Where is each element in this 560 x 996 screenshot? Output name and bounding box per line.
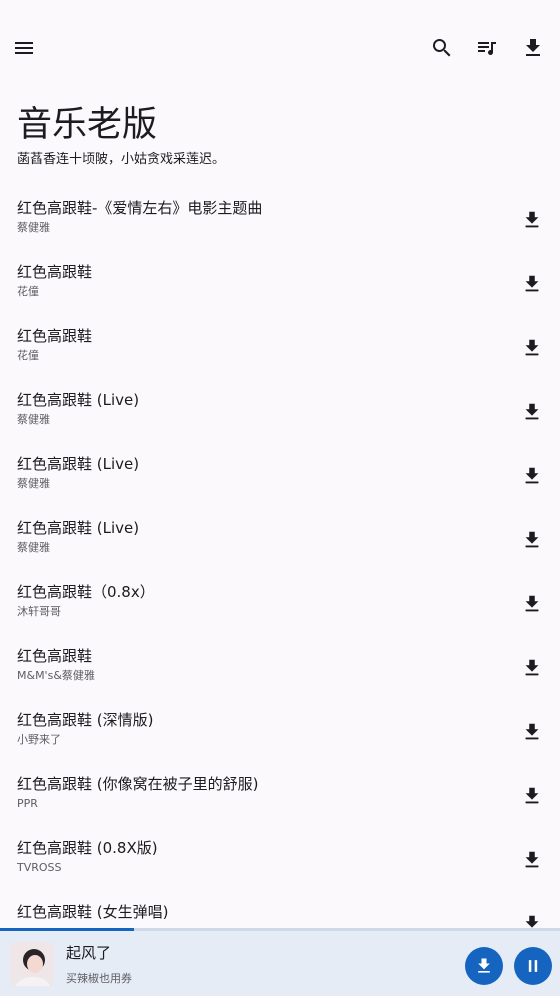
song-artist: 蔡健雅 bbox=[17, 413, 50, 426]
song-download-button[interactable] bbox=[514, 202, 550, 238]
song-row[interactable]: 红色高跟鞋 (你像窝在被子里的舒服) PPR bbox=[0, 762, 560, 826]
download-icon bbox=[525, 403, 539, 420]
song-row[interactable]: 红色高跟鞋 (深情版) 小野来了 bbox=[0, 698, 560, 762]
song-artist: 小野来了 bbox=[17, 733, 61, 746]
song-title: 红色高跟鞋 (0.8X版) bbox=[17, 839, 158, 857]
song-download-button[interactable] bbox=[514, 842, 550, 878]
song-download-button[interactable] bbox=[514, 906, 550, 928]
song-row[interactable]: 红色高跟鞋-《爱情左右》电影主题曲 蔡健雅 bbox=[0, 186, 560, 250]
song-title: 红色高跟鞋（0.8x） bbox=[17, 583, 155, 601]
song-artist: 沐轩哥哥 bbox=[17, 605, 61, 618]
song-title: 红色高跟鞋 bbox=[17, 263, 93, 281]
download-icon bbox=[525, 851, 539, 868]
song-artist: 蔡健雅 bbox=[17, 477, 50, 490]
album-cover[interactable] bbox=[10, 942, 54, 986]
song-row[interactable]: 红色高跟鞋 M&M's&蔡健雅 bbox=[0, 634, 560, 698]
top-app-bar bbox=[0, 0, 560, 96]
song-download-button[interactable] bbox=[514, 778, 550, 814]
queue-music-icon[interactable] bbox=[467, 28, 507, 68]
song-download-button[interactable] bbox=[514, 266, 550, 302]
song-row[interactable]: 红色高跟鞋 花僮 bbox=[0, 250, 560, 314]
song-title: 红色高跟鞋 (Live) bbox=[17, 519, 140, 537]
download-icon bbox=[525, 339, 539, 356]
song-title: 红色高跟鞋 bbox=[17, 327, 93, 345]
song-download-button[interactable] bbox=[514, 458, 550, 494]
song-download-button[interactable] bbox=[514, 330, 550, 366]
song-download-button[interactable] bbox=[514, 714, 550, 750]
page-title: 音乐老版 bbox=[17, 105, 158, 145]
now-playing-title: 起风了 bbox=[66, 944, 112, 962]
song-title: 红色高跟鞋 (你像窝在被子里的舒服) bbox=[17, 775, 259, 793]
download-icon[interactable] bbox=[513, 28, 553, 68]
song-title: 红色高跟鞋-《爱情左右》电影主题曲 bbox=[17, 199, 263, 217]
search-icon[interactable] bbox=[422, 28, 462, 68]
playback-progress-bar bbox=[0, 928, 560, 931]
song-row[interactable]: 红色高跟鞋 (Live) 蔡健雅 bbox=[0, 378, 560, 442]
song-title: 红色高跟鞋 (Live) bbox=[17, 391, 140, 409]
now-playing-ad-text: 买辣椒也用券 bbox=[66, 972, 132, 985]
song-row[interactable]: 红色高跟鞋 (Live) 蔡健雅 bbox=[0, 506, 560, 570]
song-artist: 蔡健雅 bbox=[17, 221, 50, 234]
song-download-button[interactable] bbox=[514, 586, 550, 622]
song-row[interactable]: 红色高跟鞋 (Live) 蔡健雅 bbox=[0, 442, 560, 506]
song-download-button[interactable] bbox=[514, 650, 550, 686]
song-artist: M&M's&蔡健雅 bbox=[17, 669, 95, 682]
song-title: 红色高跟鞋 bbox=[17, 647, 93, 665]
playback-progress-fill bbox=[0, 928, 135, 931]
song-artist: PPR bbox=[17, 797, 38, 810]
download-icon bbox=[525, 787, 539, 804]
player-download-button[interactable] bbox=[465, 947, 503, 985]
pause-button[interactable] bbox=[514, 947, 552, 985]
song-row[interactable]: 红色高跟鞋 花僮 bbox=[0, 314, 560, 378]
download-icon bbox=[478, 958, 490, 973]
song-download-button[interactable] bbox=[514, 394, 550, 430]
song-title: 红色高跟鞋 (深情版) bbox=[17, 711, 154, 729]
song-artist: TVROSS bbox=[17, 861, 62, 874]
song-artist: 蔡健雅 bbox=[17, 541, 50, 554]
download-icon bbox=[525, 211, 539, 228]
page-subtitle: 菡萏香连十顷陂，小姑贪戏采莲迟。 bbox=[17, 152, 226, 167]
pause-icon bbox=[528, 960, 538, 972]
song-artist: 花僮 bbox=[17, 349, 39, 362]
download-icon bbox=[525, 467, 539, 484]
song-row[interactable]: 红色高跟鞋 (0.8X版) TVROSS bbox=[0, 826, 560, 890]
download-icon bbox=[525, 915, 539, 928]
download-icon bbox=[525, 659, 539, 676]
download-icon bbox=[525, 531, 539, 548]
download-icon bbox=[525, 595, 539, 612]
song-title: 红色高跟鞋 (Live) bbox=[17, 455, 140, 473]
song-download-button[interactable] bbox=[514, 522, 550, 558]
download-icon bbox=[525, 723, 539, 740]
download-icon bbox=[525, 275, 539, 292]
song-artist: 花僮 bbox=[17, 285, 39, 298]
song-row[interactable]: 红色高跟鞋 (女生弹唱) bbox=[0, 890, 560, 928]
song-title: 红色高跟鞋 (女生弹唱) bbox=[17, 903, 169, 921]
mini-player[interactable]: 起风了 买辣椒也用券 bbox=[0, 928, 560, 996]
song-row[interactable]: 红色高跟鞋（0.8x） 沐轩哥哥 bbox=[0, 570, 560, 634]
menu-icon[interactable] bbox=[4, 28, 44, 68]
song-list: 红色高跟鞋-《爱情左右》电影主题曲 蔡健雅 红色高跟鞋 花僮 红色高跟鞋 花僮 … bbox=[0, 186, 560, 928]
